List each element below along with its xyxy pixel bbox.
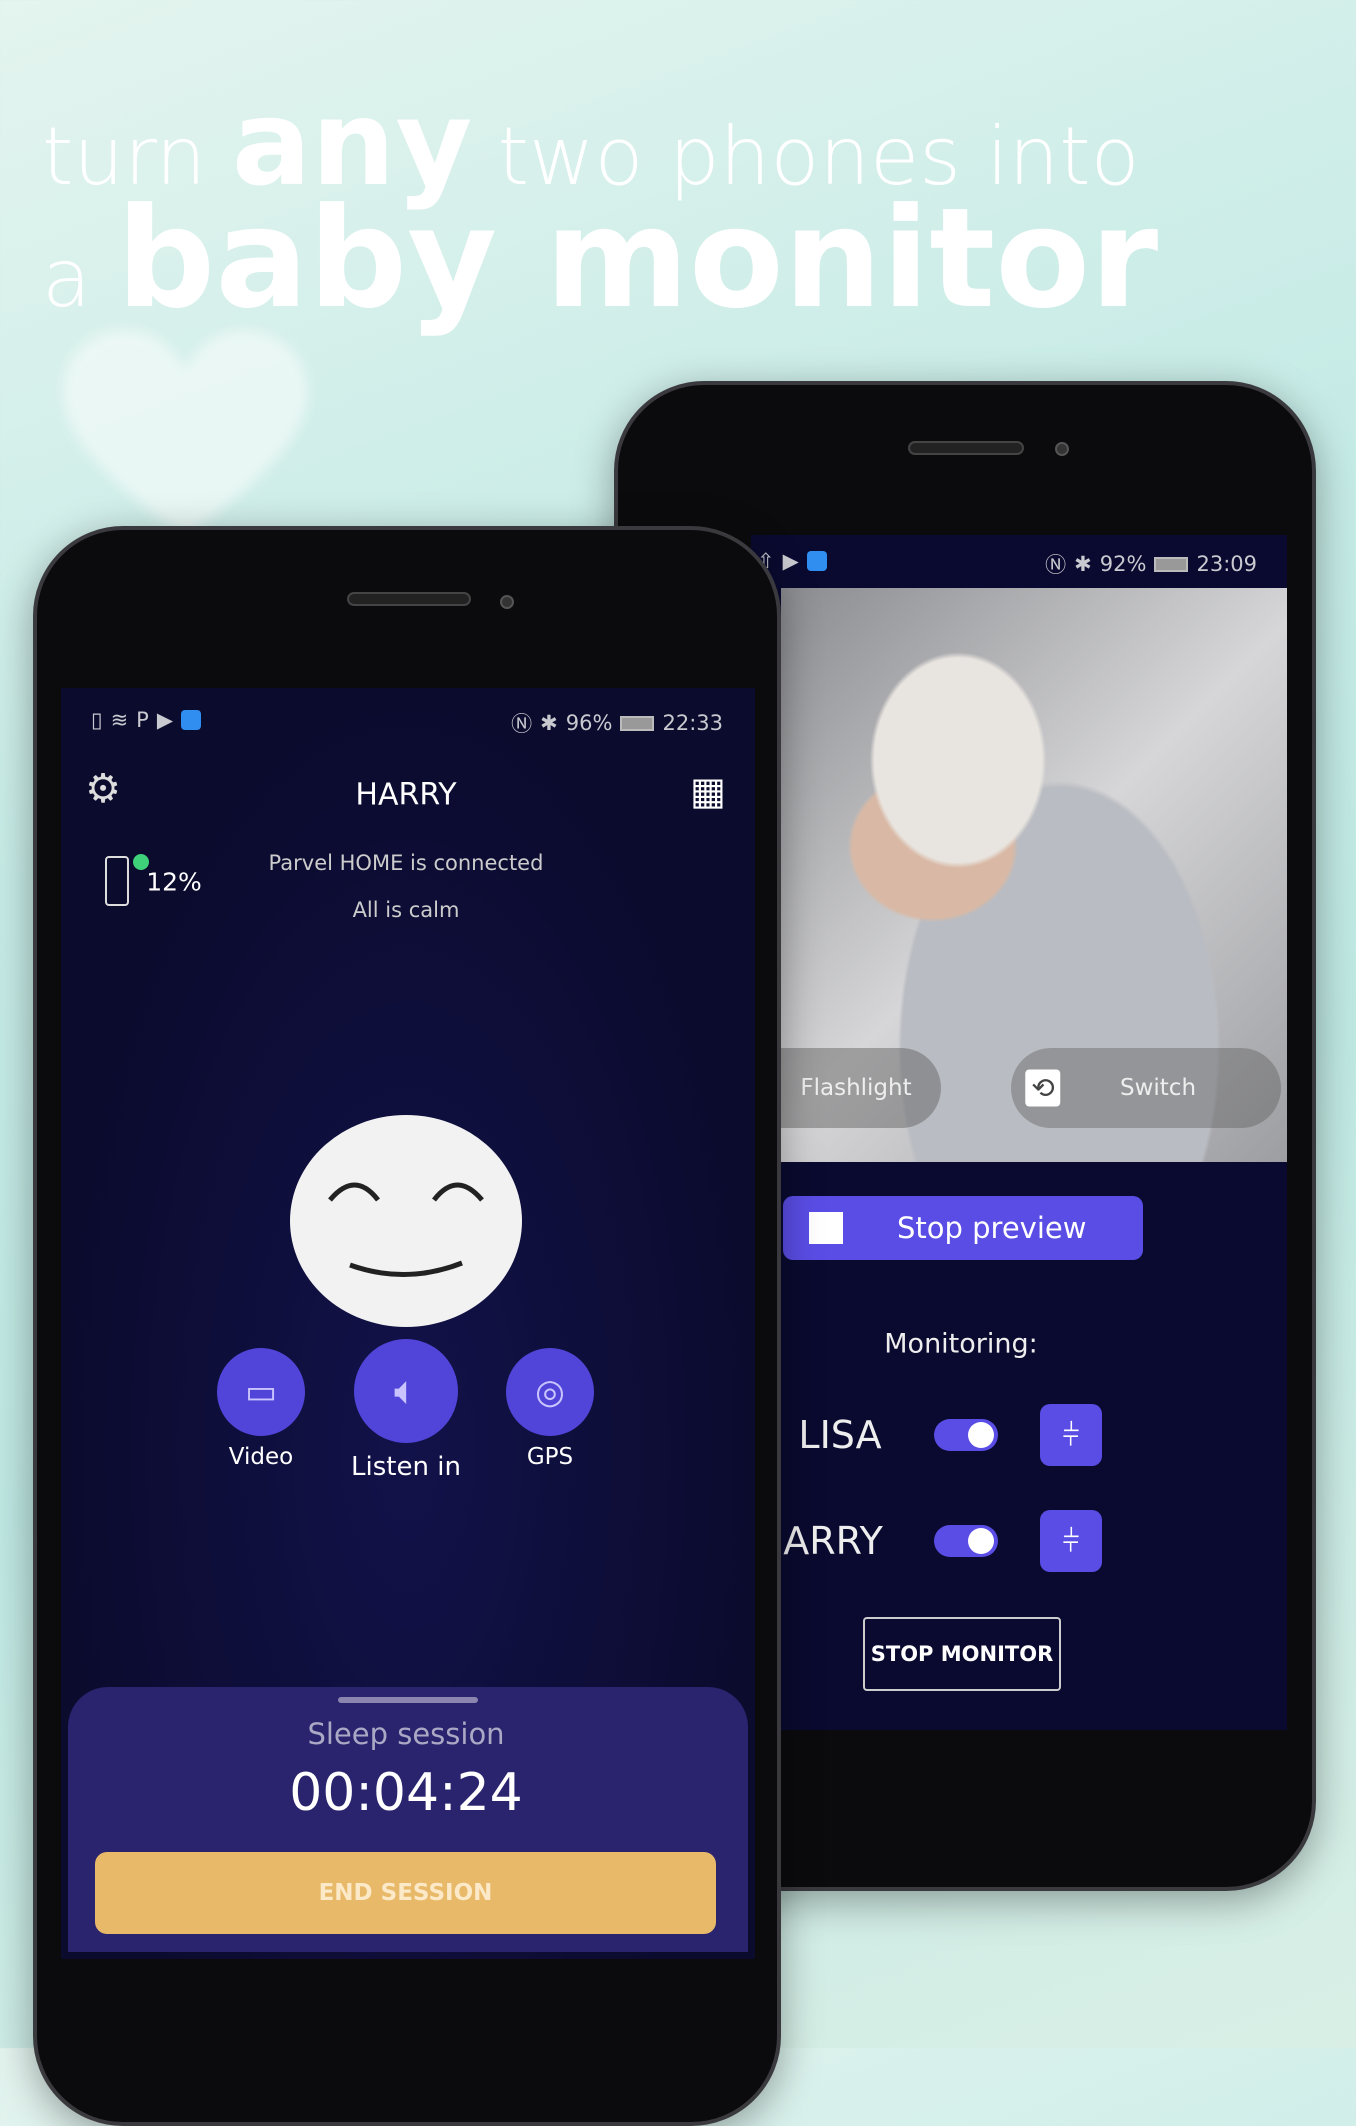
headline-line-2: a baby monitor: [42, 190, 1158, 328]
front-camera: [1055, 442, 1069, 456]
sim-icon: ▯: [91, 708, 103, 732]
nfc-icon: Ⓝ: [511, 712, 533, 736]
monitor-settings-button[interactable]: ⫩: [1040, 1404, 1102, 1466]
sleep-session-sheet: Sleep session 00:04:24 END SESSION: [68, 1687, 748, 1952]
battery-percent: 92%: [1099, 552, 1147, 576]
stop-square-icon: [809, 1212, 843, 1244]
clock: 22:33: [662, 711, 723, 735]
speaker-icon: 🔈︎: [394, 1368, 418, 1414]
app-icon: [181, 710, 201, 730]
session-label: Sleep session: [307, 1717, 505, 1751]
connection-status: Parvel HOME is connected: [268, 851, 544, 875]
monitor-name: ARRY: [783, 1519, 883, 1563]
bluetooth-icon: ✱: [540, 711, 558, 735]
gps-label: GPS: [526, 1444, 574, 1470]
clock: 23:09: [1196, 552, 1257, 576]
heart-decoration: [62, 330, 308, 538]
stop-monitor-button[interactable]: STOP MONITOR: [863, 1617, 1061, 1691]
monitoring-label: Monitoring:: [884, 1328, 1038, 1360]
nfc-icon: Ⓝ: [1045, 553, 1067, 577]
parking-icon: P: [136, 708, 149, 732]
flashlight-label: Flashlight: [800, 1075, 912, 1101]
monitor-name: LISA: [798, 1413, 882, 1457]
monitor-screen: ⇧ ▶ Ⓝ ✱ 92% 23:09 Flashlight ⟲ Switch Stop…: [751, 535, 1287, 1730]
stop-monitor-label: STOP MONITOR: [870, 1642, 1054, 1666]
status-icons-right: Ⓝ ✱ 92% 23:09: [1045, 549, 1257, 579]
camera-switch-icon: ⟲: [1025, 1069, 1061, 1107]
battery-icon: [620, 715, 655, 731]
calm-status: All is calm: [352, 898, 460, 922]
gps-button[interactable]: ◎: [506, 1348, 594, 1436]
gear-icon[interactable]: ⚙: [85, 766, 121, 812]
bluetooth-icon: ✱: [1074, 552, 1092, 576]
listen-in-label: Listen in: [351, 1452, 461, 1482]
end-session-label: END SESSION: [318, 1880, 493, 1906]
child-name-title: HARRY: [355, 777, 457, 813]
front-camera: [500, 595, 514, 609]
calendar-icon[interactable]: ▦: [690, 769, 726, 813]
video-label: Video: [228, 1444, 294, 1470]
sheet-handle[interactable]: [338, 1697, 478, 1703]
camera-preview: Flashlight ⟲ Switch: [751, 588, 1287, 1162]
calm-face-icon: [290, 1115, 522, 1327]
switch-label: Switch: [1119, 1075, 1197, 1101]
app-icon: [806, 551, 827, 571]
video-camera-icon: ▭: [244, 1372, 278, 1412]
location-pin-icon: ◎: [535, 1372, 565, 1412]
battery-icon: [1154, 556, 1189, 572]
play-store-icon: ▶: [156, 708, 173, 732]
monitor-settings-button[interactable]: ⫩: [1040, 1510, 1102, 1572]
device-phone-icon: [105, 856, 129, 906]
stop-preview-label: Stop preview: [897, 1211, 1087, 1245]
device-battery: 12%: [146, 867, 202, 897]
listen-in-button[interactable]: 🔈︎: [354, 1339, 458, 1443]
wifi-icon: ≋: [110, 708, 129, 732]
earpiece: [908, 441, 1024, 455]
headline-emphasis: baby monitor: [116, 178, 1159, 339]
monitor-toggle[interactable]: [934, 1525, 998, 1557]
sliders-icon: ⫩: [1062, 1417, 1080, 1453]
session-timer: 00:04:24: [289, 1763, 523, 1823]
monitor-toggle[interactable]: [934, 1419, 998, 1451]
switch-camera-button[interactable]: ⟲ Switch: [1011, 1048, 1281, 1128]
status-icons-right: Ⓝ ✱ 96% 22:33: [511, 708, 723, 738]
earpiece: [347, 592, 471, 606]
parent-screen: ▯ ≋ P ▶ Ⓝ ✱ 96% 22:33 ⚙ HARRY ▦ 12% Parvel H…: [61, 688, 755, 1959]
headline-text: a: [42, 232, 117, 325]
video-button[interactable]: ▭: [217, 1348, 305, 1436]
sliders-icon: ⫩: [1062, 1523, 1080, 1559]
status-icons-left: ▯ ≋ P ▶: [91, 708, 201, 732]
battery-percent: 96%: [565, 711, 613, 735]
play-store-icon: ▶: [782, 549, 799, 573]
end-session-button[interactable]: END SESSION: [95, 1852, 716, 1934]
stop-preview-button[interactable]: Stop preview: [783, 1196, 1143, 1260]
